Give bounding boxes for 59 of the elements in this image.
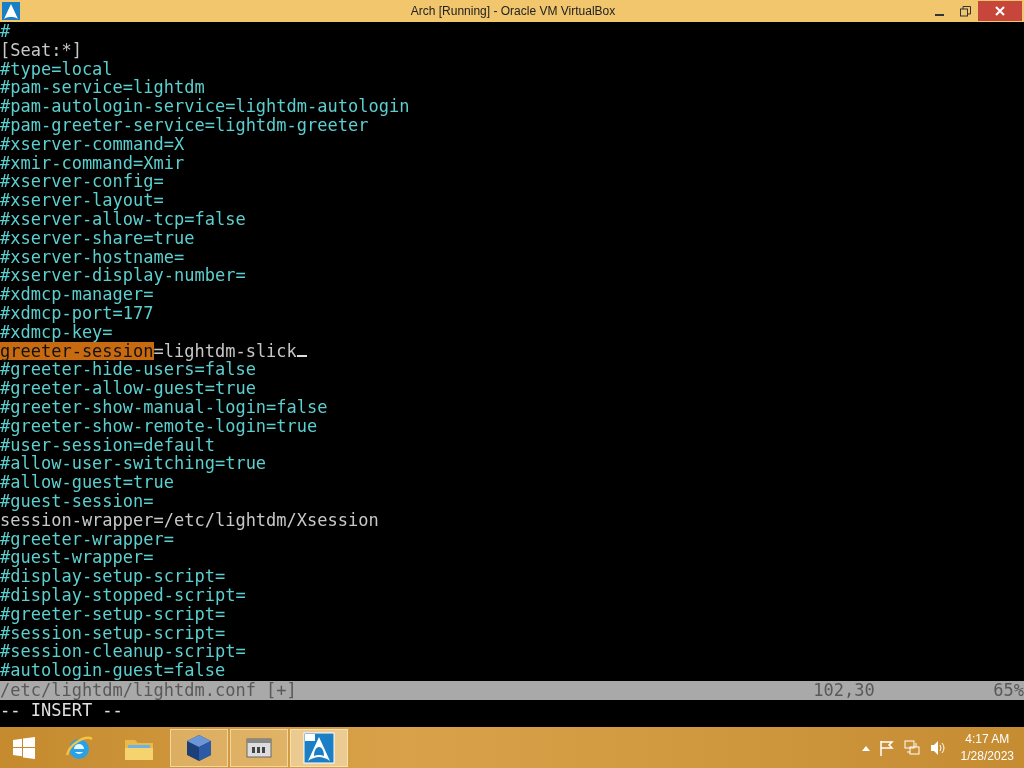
taskbar-button[interactable] [170, 728, 228, 767]
code-line: [Seat:*] [0, 40, 82, 60]
mode-indicator: -- INSERT -- [0, 700, 124, 720]
cube-icon [184, 732, 214, 763]
clock-date: 1/28/2023 [960, 747, 1014, 765]
code-line: #greeter-allow-guest=true [0, 379, 256, 398]
code-line: #user-session=default [0, 435, 215, 455]
code-line: #xserver-hostname= [0, 247, 185, 267]
code-line: #type=local [0, 59, 113, 79]
caret-up-icon[interactable] [861, 744, 870, 751]
file-name: /etc/lightdm/lightdm.conf [+] [0, 681, 297, 700]
code-line: #display-stopped-script= [0, 585, 246, 605]
restore-icon [959, 5, 971, 17]
app-logo-icon [2, 2, 20, 20]
search-highlight: greeter-session [0, 341, 154, 361]
code-line: #allow-user-switching=true [0, 454, 267, 474]
code-line: #xserver-share=true [0, 228, 195, 248]
code-line: #xdmcp-port=177 [0, 303, 154, 323]
code-line: #greeter-show-remote-login=true [0, 416, 318, 436]
close-button[interactable] [978, 1, 1022, 21]
scroll-percent: 65% [993, 681, 1024, 700]
minimize-icon [934, 14, 944, 16]
code-line: #display-setup-script= [0, 567, 226, 586]
code-line: #xserver-config= [0, 172, 164, 192]
code-line: #xserver-display-number= [0, 266, 246, 286]
code-line: #xserver-layout= [0, 191, 164, 210]
flag-icon[interactable] [879, 739, 894, 756]
arch-logo-icon [302, 730, 336, 765]
code-line: #pam-greeter-service=lightdm-greeter [0, 116, 369, 135]
code-line: #pam-service=lightdm [0, 78, 205, 98]
close-icon [995, 6, 1005, 16]
taskbar-button[interactable] [290, 728, 348, 767]
code-line: #guest-wrapper= [0, 548, 154, 568]
cursor-position: 102,30 [813, 681, 876, 700]
code-line: #greeter-hide-users=false [0, 360, 256, 380]
code-line: #greeter-setup-script= [0, 604, 226, 624]
code-line: #greeter-show-manual-login=false [0, 397, 328, 417]
network-icon[interactable] [903, 739, 920, 756]
window-title: Arch [Running] - Oracle VM VirtualBox [409, 4, 617, 18]
code-line: #pam-autologin-service=lightdm-autologin [0, 97, 410, 116]
clock-time: 4:17 AM [965, 730, 1010, 748]
code-line: #xdmcp-manager= [0, 285, 154, 304]
code-line: #xdmcp-key= [0, 322, 113, 342]
code-line: #session-setup-script= [0, 623, 226, 643]
code-line: session-wrapper=/etc/lightdm/Xsession [0, 510, 379, 530]
speaker-icon[interactable] [929, 739, 946, 756]
code-line: # [0, 22, 11, 41]
code-line: #session-cleanup-script= [0, 642, 246, 662]
code-line: #xmir-command=Xmir [0, 153, 185, 173]
clock[interactable]: 4:17 AM 1/28/2023 [960, 730, 1014, 765]
code-line: #xserver-allow-tcp=false [0, 209, 246, 229]
code-line: #allow-guest=true [0, 473, 174, 492]
taskbar-button[interactable] [230, 728, 288, 767]
windows-logo-icon [12, 735, 36, 760]
code-line: #guest-session= [0, 491, 154, 511]
code-line: #xserver-command=X [0, 134, 185, 154]
code-line: #autologin-guest=false [0, 661, 226, 680]
code-line: =lightdm-slick [153, 341, 297, 361]
code-line: #greeter-wrapper= [0, 529, 174, 549]
